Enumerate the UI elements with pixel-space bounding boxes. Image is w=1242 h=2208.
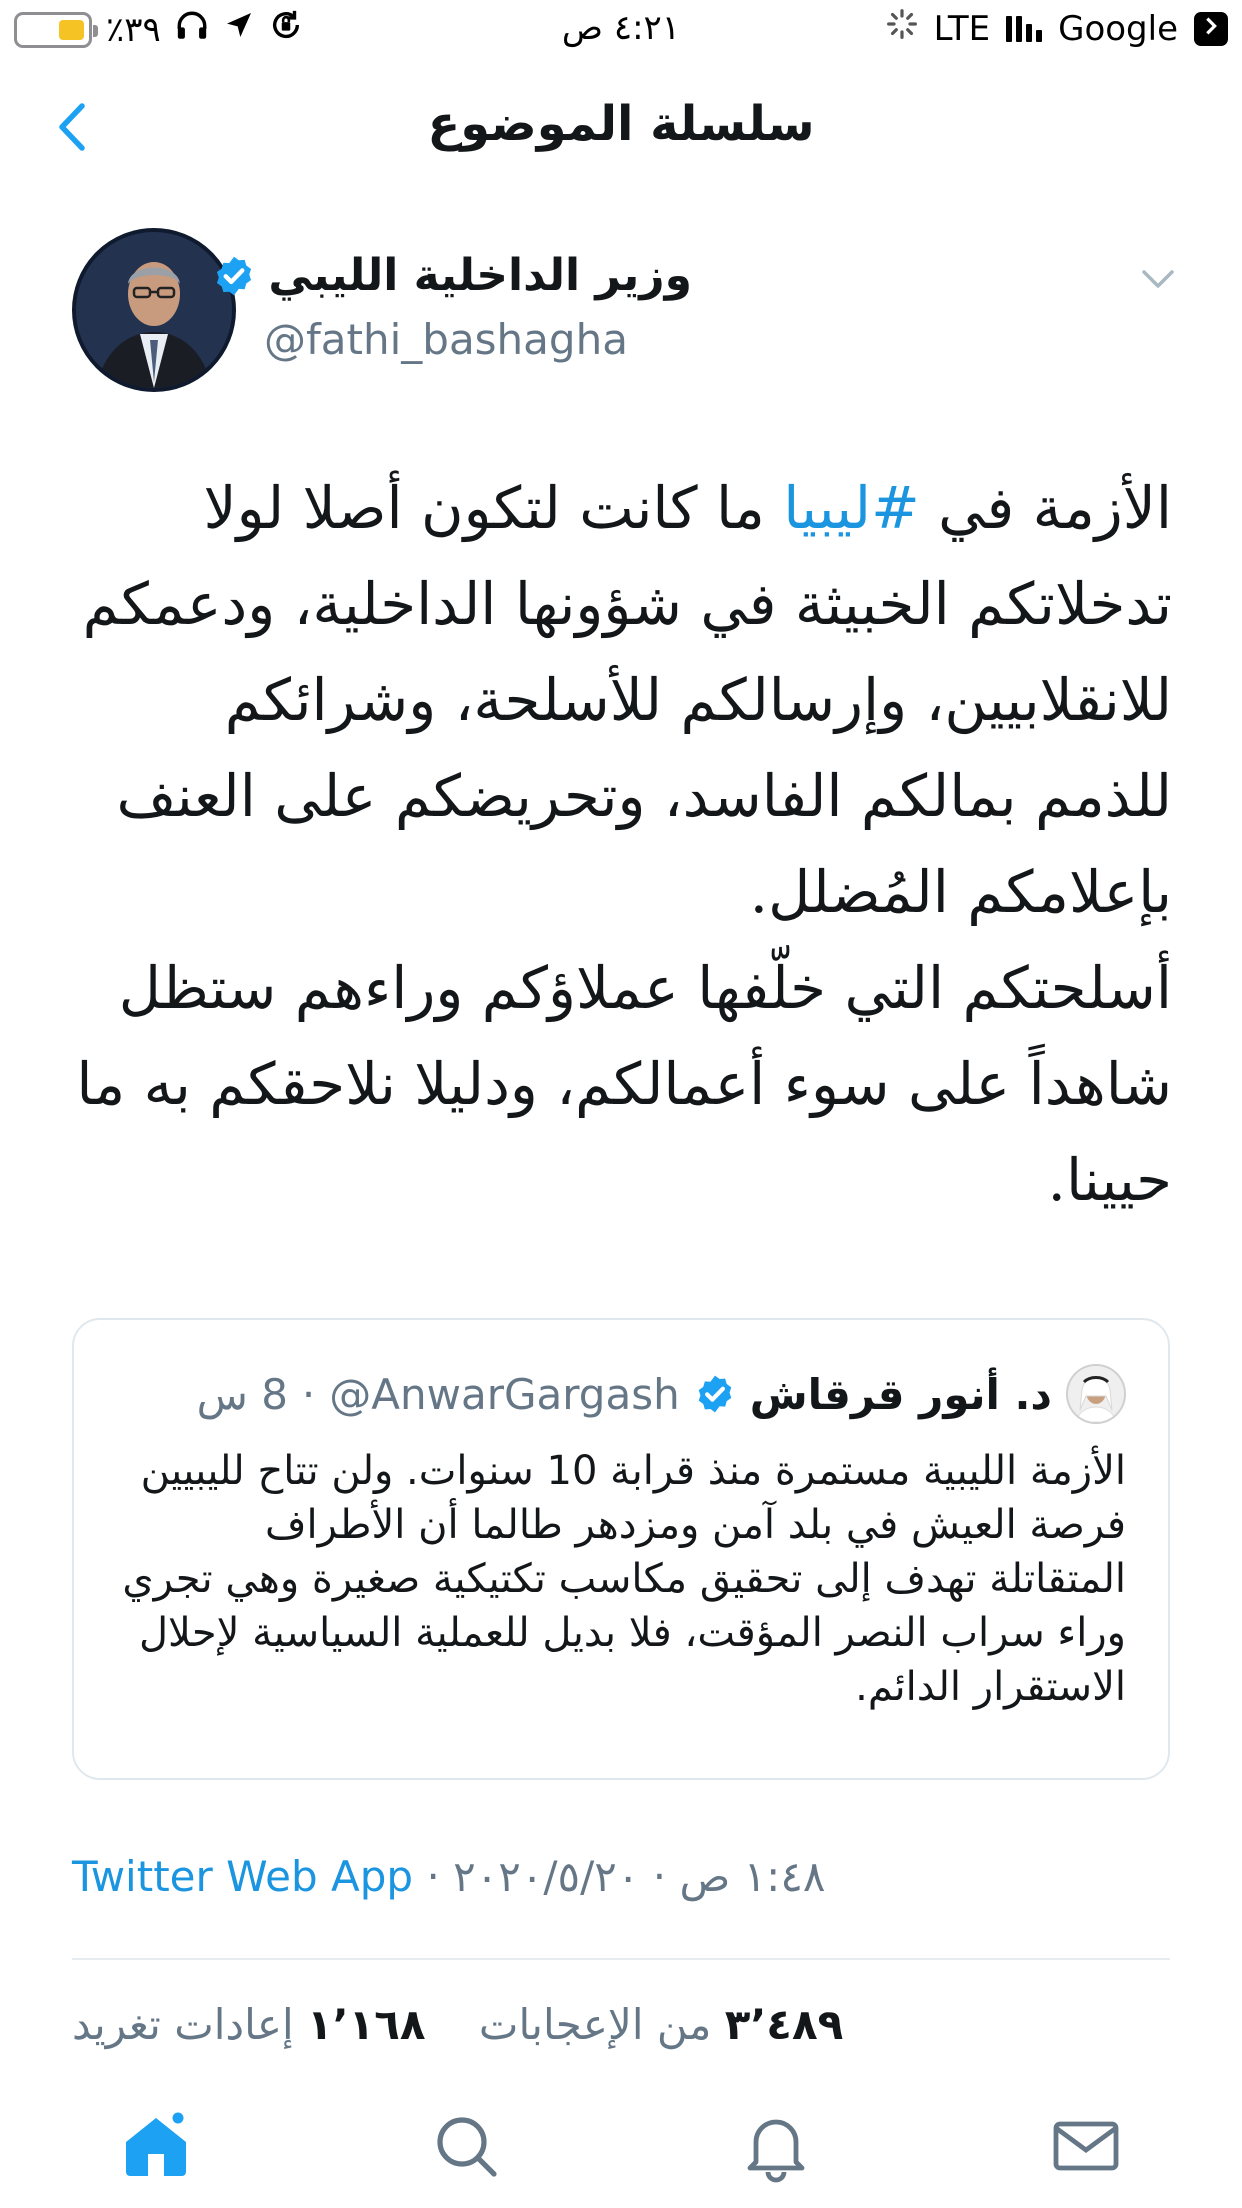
avatar-photo (76, 232, 232, 388)
home-icon (126, 2109, 187, 2176)
messages-icon (1053, 2121, 1119, 2171)
likes-stat[interactable]: ٣٬٤٨٩ من الإعجابات (479, 2000, 843, 2049)
status-bar: ٪٣٩ ٤:٢١ ص LTE Google (0, 0, 1242, 64)
divider (72, 1958, 1170, 1960)
tab-bar (0, 2090, 1242, 2208)
quoted-tweet-card[interactable]: د. أنور قرقاش @AnwarGargash · 8 س الأزمة… (72, 1318, 1170, 1780)
tweet-text-body: ما كانت لتكون أصلا لولا تدخلاتكم الخبيثة… (76, 474, 1172, 1214)
author-name-row[interactable]: وزير الداخلية الليبي (212, 250, 692, 301)
author-handle[interactable]: @fathi_bashagha (264, 315, 628, 364)
activity-spinner-icon (886, 8, 918, 49)
status-right: LTE Google (886, 8, 1228, 49)
author-name: وزير الداخلية الليبي (268, 250, 692, 301)
tweet-meta: ١:٤٨ ص · ٢٠٢٠/٥/٢٠ · Twitter Web App (72, 1852, 1170, 1901)
quoted-author-avatar (1066, 1364, 1126, 1424)
tab-messages[interactable] (1046, 2106, 1126, 2186)
tab-home[interactable] (116, 2106, 196, 2186)
quoted-avatar-photo (1068, 1366, 1124, 1422)
likes-count: ٣٬٤٨٩ (724, 2000, 844, 2049)
tweet-time: ١:٤٨ ص (679, 1852, 826, 1901)
hashtag-link[interactable]: #ليبيا (783, 474, 919, 542)
quoted-timestamp: 8 س (196, 1369, 288, 1419)
quoted-tweet-text: الأزمة الليبية مستمرة منذ قرابة 10 سنوات… (122, 1448, 1126, 1710)
nav-bar: سلسلة الموضوع (0, 70, 1242, 180)
quoted-separator: · (301, 1369, 316, 1419)
retweets-stat[interactable]: ١٬١٦٨ إعادات تغريد (72, 2000, 426, 2049)
tweet-text-lead: الأزمة في (919, 474, 1172, 542)
back-to-app-icon[interactable] (1194, 11, 1228, 46)
tweet-stats: ٣٬٤٨٩ من الإعجابات ١٬١٦٨ إعادات تغريد (72, 2000, 1170, 2049)
signal-icon (1006, 15, 1043, 42)
meta-separator-1: · (652, 1852, 667, 1901)
likes-label: من الإعجابات (478, 2000, 712, 2049)
tweet-menu-button[interactable] (1138, 264, 1178, 294)
quoted-author-handle: @AnwarGargash (329, 1369, 680, 1419)
tweet-date: ٢٠٢٠/٥/٢٠ (453, 1852, 640, 1901)
verified-badge-icon (217, 256, 252, 295)
meta-separator-2: · (426, 1852, 440, 1901)
carrier-name: Google (1058, 8, 1178, 49)
page-title: سلسلة الموضوع (427, 96, 815, 152)
notifications-icon (747, 2119, 805, 2183)
chevron-down-icon (1142, 270, 1174, 288)
quoted-author-name: د. أنور قرقاش (749, 1369, 1052, 1419)
tweet-text: الأزمة في #ليبيا ما كانت لتكون أصلا لولا… (70, 460, 1172, 1228)
quoted-verified-badge-icon (698, 1375, 731, 1413)
tab-notifications[interactable] (736, 2106, 816, 2186)
retweets-label: إعادات تغريد (72, 2000, 294, 2049)
quoted-tweet-header: د. أنور قرقاش @AnwarGargash · 8 س (116, 1364, 1126, 1424)
retweets-count: ١٬١٦٨ (307, 2000, 426, 2049)
search-icon (437, 2117, 497, 2177)
source-app-link[interactable]: Twitter Web App (72, 1852, 413, 1901)
network-type: LTE (933, 8, 991, 49)
tab-search[interactable] (426, 2106, 506, 2186)
